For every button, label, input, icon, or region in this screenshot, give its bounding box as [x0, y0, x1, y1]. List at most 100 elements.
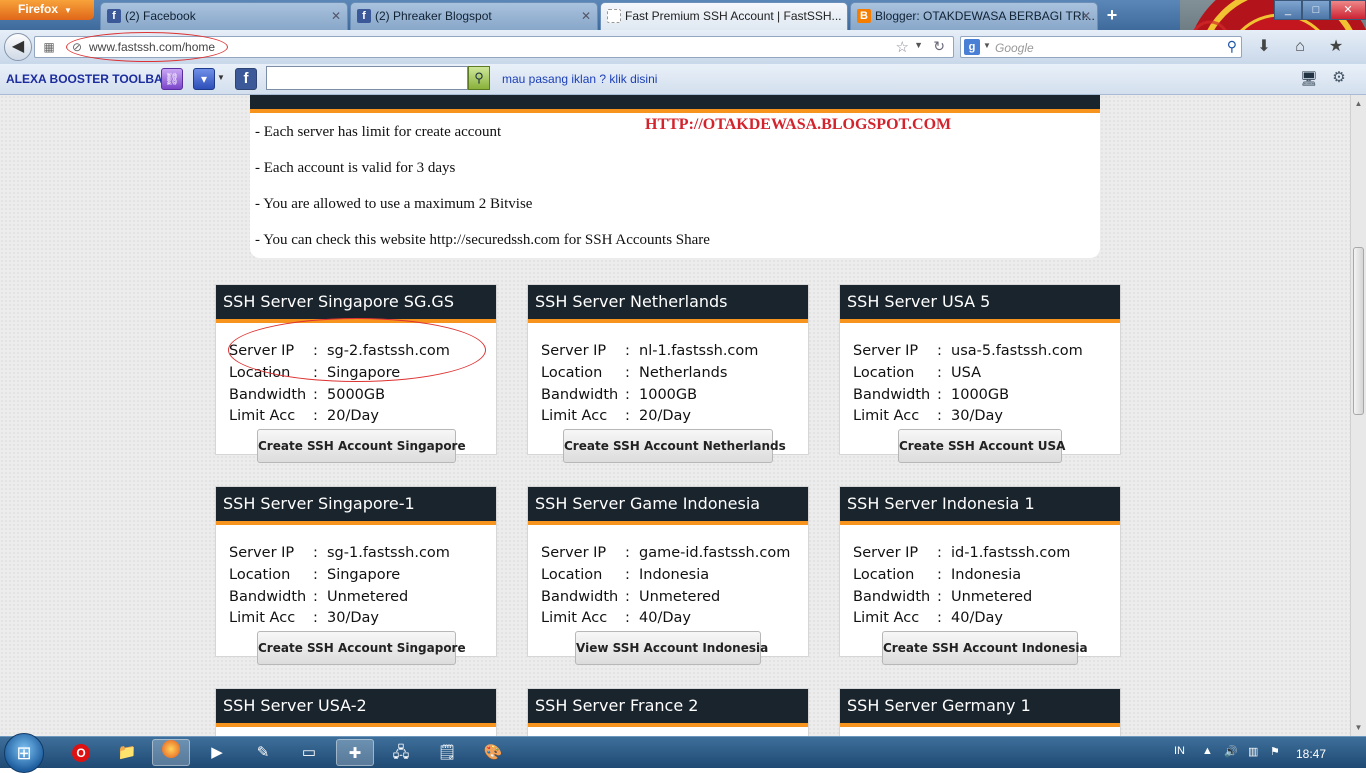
- close-icon[interactable]: ✕: [1081, 3, 1091, 29]
- scroll-down-icon[interactable]: ▼: [1353, 722, 1364, 733]
- server-card-usa-5: SSH Server USA 5 Server IP: usa-5.fastssh…: [839, 284, 1121, 463]
- facebook-icon[interactable]: f: [235, 68, 257, 90]
- start-button[interactable]: ⊞: [4, 733, 44, 773]
- network-app-icon[interactable]: 🖧: [382, 739, 420, 766]
- new-tab-button[interactable]: +: [1101, 6, 1123, 26]
- show-hidden-icons-icon[interactable]: ▲: [1202, 745, 1213, 757]
- limit-row: Limit Acc:20/Day: [229, 408, 379, 424]
- chevron-down-icon: ▼: [64, 6, 72, 15]
- download-icon[interactable]: ⬇: [1252, 36, 1276, 58]
- bandwidth-row: Bandwidth:1000GB: [853, 387, 1010, 403]
- notice-line: - You are allowed to use a maximum 2 Bit…: [255, 196, 533, 212]
- create-account-usa-button[interactable]: Create SSH Account USA: [898, 429, 1065, 463]
- tab-label: (2) Facebook: [125, 9, 196, 23]
- reload-icon[interactable]: ↻: [933, 38, 945, 55]
- scrollbar-thumb[interactable]: [1353, 247, 1364, 415]
- title-bar: Firefox ▼ f (2) Facebook ✕ f (2) Phreaker…: [0, 0, 1366, 30]
- server-card-singapore-1: SSH Server Singapore-1 Server IP: sg-1.fa…: [215, 486, 497, 665]
- server-card-game-indonesia: SSH Server Game Indonesia Server IP: game…: [527, 486, 809, 665]
- flag-app-icon[interactable]: ✚: [336, 739, 374, 766]
- server-card-usa-2: SSH Server USA-2: [215, 688, 497, 736]
- alexa-toolbar: ALEXA BOOSTER TOOLBAR ⛓ ▾ ▼ f 🖥 ⚙: [0, 64, 1366, 95]
- create-account-singapore-button[interactable]: Create SSH Account Singapore: [257, 429, 466, 463]
- close-window-button[interactable]: ✕: [1330, 0, 1366, 20]
- server-title: SSH Server Germany 1: [840, 689, 1120, 727]
- media-player-icon[interactable]: ▶: [198, 739, 236, 766]
- create-account-netherlands-button[interactable]: Create SSH Account Netherlands: [563, 429, 786, 463]
- opera-icon[interactable]: O: [62, 739, 100, 766]
- search-bar[interactable]: g ▼ Google ⚲: [960, 36, 1242, 58]
- volume-icon[interactable]: 🔊: [1224, 745, 1238, 758]
- home-icon[interactable]: ⌂: [1288, 36, 1312, 58]
- search-placeholder: Google: [995, 41, 1034, 55]
- pen-tool-icon[interactable]: ✎: [244, 739, 282, 766]
- location-row: Location: Singapore: [229, 567, 401, 583]
- bookmark-star-icon[interactable]: ☆: [896, 38, 909, 56]
- maximize-button[interactable]: □: [1302, 0, 1330, 20]
- location-row: Location: Indonesia: [541, 567, 710, 583]
- network-icon[interactable]: ▥: [1248, 745, 1258, 758]
- server-title: SSH Server France 2: [528, 689, 808, 727]
- bandwidth-row: Bandwidth: Unmetered: [229, 589, 409, 605]
- notice-header-bar: [250, 95, 1100, 113]
- firefox-menu-label: Firefox: [18, 2, 59, 16]
- clock[interactable]: 18:47: [1296, 747, 1326, 761]
- language-indicator[interactable]: IN: [1174, 745, 1185, 757]
- window-app-icon[interactable]: ▭: [290, 739, 328, 766]
- notice-line: - Each account is valid for 3 days: [255, 160, 456, 176]
- create-account-indonesia-button[interactable]: Create SSH Account Indonesia: [882, 631, 1088, 665]
- server-ip-row: Server IP: nl-1.fastssh.com: [541, 343, 759, 359]
- bookmarks-icon[interactable]: ★: [1324, 36, 1348, 58]
- toolbar-title: ALEXA BOOSTER TOOLBAR: [6, 72, 172, 86]
- tab-facebook[interactable]: f (2) Facebook ✕: [100, 2, 348, 30]
- back-button[interactable]: ◀: [4, 33, 32, 61]
- bandwidth-row: Bandwidth:5000GB: [229, 387, 386, 403]
- dropdown-button[interactable]: ▾: [193, 68, 215, 90]
- folder-icon[interactable]: 📁: [108, 739, 146, 766]
- tab-phreaker-blogspot[interactable]: f (2) Phreaker Blogspot ✕: [350, 2, 598, 30]
- chevron-down-icon[interactable]: ▼: [983, 41, 991, 50]
- close-icon[interactable]: ✕: [331, 3, 341, 29]
- view-account-indonesia-button[interactable]: View SSH Account Indonesia: [575, 631, 768, 665]
- page-icon: [607, 9, 621, 23]
- grid-icon[interactable]: ▦: [41, 39, 57, 55]
- chevron-down-icon[interactable]: ▼: [914, 40, 923, 50]
- minimize-button[interactable]: _: [1274, 0, 1302, 20]
- vertical-scrollbar[interactable]: ▲ ▼: [1350, 95, 1366, 736]
- notice-panel: - Each server has limit for create accou…: [250, 95, 1100, 258]
- search-icon[interactable]: ⚲: [1227, 38, 1237, 55]
- server-ip-row: Server IP: id-1.fastssh.com: [853, 545, 1071, 561]
- gear-icon[interactable]: ⚙: [1328, 68, 1350, 90]
- tab-blogger[interactable]: B Blogger: OTAKDEWASA BERBAGI TRI... ✕: [850, 2, 1098, 30]
- firefox-icon[interactable]: [152, 739, 190, 766]
- close-icon[interactable]: ✕: [581, 3, 591, 29]
- flag-icon[interactable]: ⚑: [1270, 745, 1280, 758]
- notepad-icon[interactable]: 🗒: [428, 739, 466, 766]
- server-ip-row: Server IP: game-id.fastssh.com: [541, 545, 791, 561]
- windows-logo-icon: ⊞: [16, 743, 32, 763]
- google-icon[interactable]: g: [964, 39, 980, 55]
- facebook-icon: f: [107, 9, 121, 23]
- blog-watermark: HTTP://OTAKDEWASA.BLOGSPOT.COM: [645, 116, 952, 133]
- chevron-down-icon[interactable]: ▼: [217, 73, 225, 82]
- notice-line: - You can check this website http://secu…: [255, 232, 710, 248]
- advertise-link[interactable]: mau pasang iklan ? klik disini: [502, 72, 657, 86]
- location-row: Location: USA: [853, 365, 982, 381]
- tab-fastssh[interactable]: Fast Premium SSH Account | FastSSH...: [600, 2, 848, 30]
- scroll-up-icon[interactable]: ▲: [1353, 98, 1364, 109]
- link-icon[interactable]: ⛓: [161, 68, 183, 90]
- server-ip-row: Server IP: sg-1.fastssh.com: [229, 545, 450, 561]
- server-title: SSH Server USA-2: [216, 689, 496, 727]
- toolbar-search-input[interactable]: [266, 66, 468, 90]
- toolbar-search-button[interactable]: ⚲: [468, 66, 490, 90]
- limit-row: Limit Acc:40/Day: [853, 610, 1003, 626]
- bandwidth-row: Bandwidth:1000GB: [541, 387, 698, 403]
- limit-row: Limit Acc:40/Day: [541, 610, 691, 626]
- blogger-icon: B: [857, 9, 871, 23]
- paint-icon[interactable]: 🎨: [474, 739, 512, 766]
- firefox-menu-button[interactable]: Firefox ▼: [0, 0, 94, 20]
- monitor-icon[interactable]: 🖥: [1298, 68, 1320, 90]
- tab-label: (2) Phreaker Blogspot: [375, 9, 492, 23]
- server-title: SSH Server Game Indonesia: [528, 487, 808, 525]
- create-account-singapore-button[interactable]: Create SSH Account Singapore: [257, 631, 466, 665]
